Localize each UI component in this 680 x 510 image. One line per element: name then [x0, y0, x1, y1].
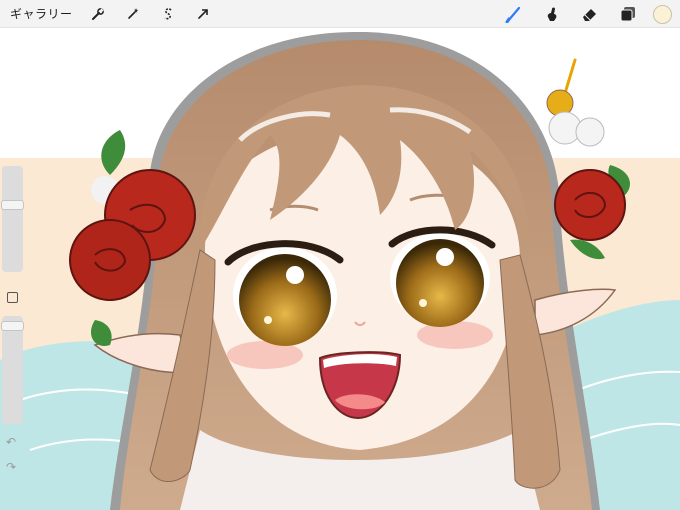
wrench-icon[interactable]: [85, 0, 111, 28]
color-swatch-button[interactable]: [653, 4, 672, 24]
brush-size-slider[interactable]: [1, 166, 24, 272]
smudge-icon[interactable]: [539, 0, 565, 28]
selection-s-icon[interactable]: [155, 0, 181, 28]
square-icon[interactable]: [7, 292, 18, 303]
opacity-slider[interactable]: [1, 316, 24, 424]
toolbar-right-group: [501, 0, 672, 28]
drawing-canvas[interactable]: [0, 29, 680, 510]
undo-icon[interactable]: ↶: [6, 436, 16, 448]
gallery-button[interactable]: ギャラリー: [10, 5, 73, 22]
magic-wand-icon[interactable]: [120, 0, 146, 28]
redo-icon[interactable]: ↷: [6, 461, 16, 473]
eraser-icon[interactable]: [577, 0, 603, 28]
sidebar: ↶ ↷: [1, 166, 24, 478]
layers-icon[interactable]: [615, 0, 641, 28]
arrow-cursor-icon[interactable]: [190, 0, 216, 28]
brush-icon[interactable]: [501, 0, 527, 28]
illustration: [0, 29, 680, 510]
brush-size-thumb[interactable]: [1, 200, 24, 210]
toolbar-left-group: ギャラリー: [0, 0, 225, 28]
top-toolbar: ギャラリー: [0, 0, 680, 28]
opacity-thumb[interactable]: [1, 321, 24, 331]
